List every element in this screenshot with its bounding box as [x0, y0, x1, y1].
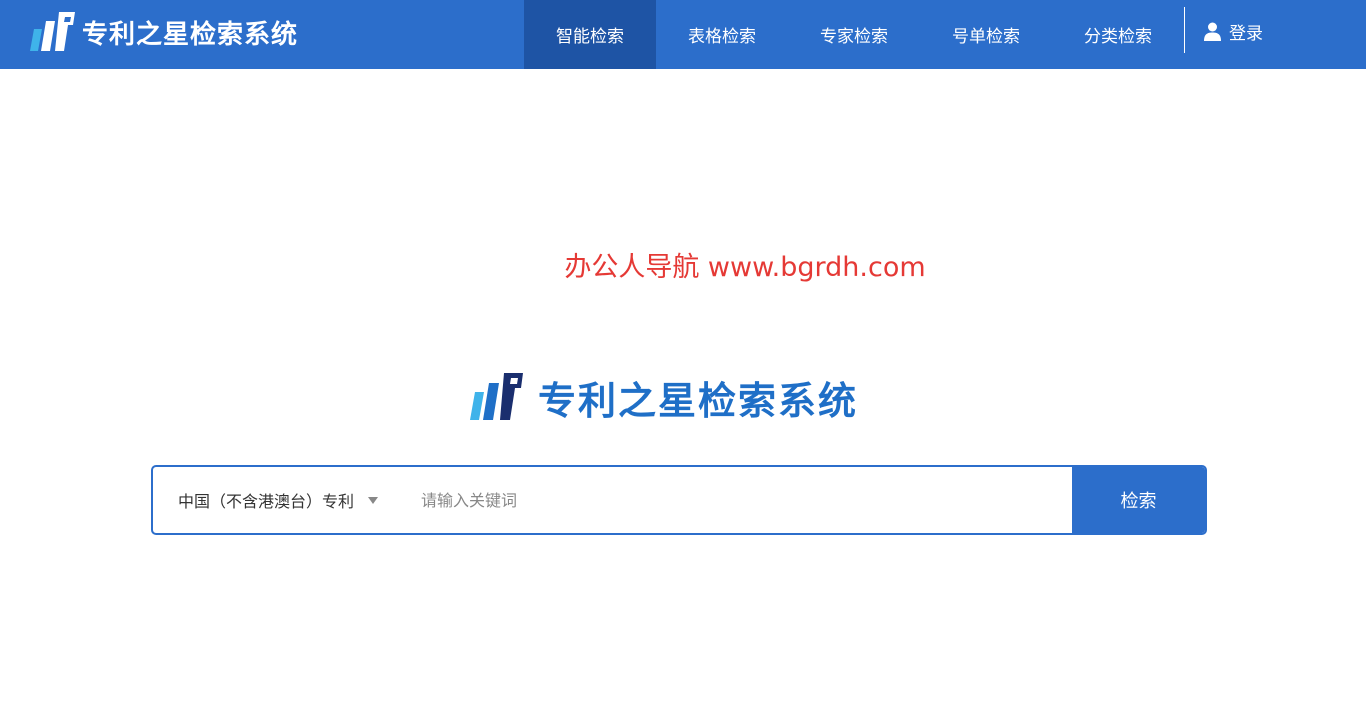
login-button[interactable]: 登录 [1204, 0, 1263, 62]
nav-tab-expert-search[interactable]: 专家检索 [788, 0, 920, 69]
patent-star-logo-icon [470, 373, 523, 420]
caret-down-icon [368, 496, 379, 504]
main-nav: 智能检索 表格检索 专家检索 号单检索 分类检索 [524, 0, 1184, 69]
center-brand-name: 专利之星检索系统 [538, 378, 859, 423]
nav-tab-number-list-search[interactable]: 号单检索 [920, 0, 1052, 69]
center-brand: 专利之星检索系统 [468, 370, 858, 424]
nav-tab-table-search[interactable]: 表格检索 [656, 0, 788, 69]
nav-tab-classification-search[interactable]: 分类检索 [1052, 0, 1184, 69]
header-brand-name: 专利之星检索系统 [82, 19, 299, 50]
header-brand[interactable]: 专利之星检索系统 [28, 9, 298, 55]
watermark-text: 办公人导航 www.bgrdh.com [564, 252, 926, 283]
search-button[interactable]: 检索 [1072, 467, 1205, 533]
user-icon [1204, 22, 1221, 41]
login-label: 登录 [1229, 23, 1263, 44]
nav-divider [1184, 7, 1185, 53]
keyword-search-input[interactable] [407, 467, 1072, 533]
search-box: 中国（不含港澳台）专利 检索 [151, 465, 1207, 535]
search-scope-label: 中国（不含港澳台）专利 [178, 492, 355, 511]
patent-star-logo-icon [30, 12, 75, 51]
top-navbar: 专利之星检索系统 智能检索 表格检索 专家检索 号单检索 分类检索 登录 [0, 0, 1366, 69]
search-scope-dropdown[interactable]: 中国（不含港澳台）专利 [153, 467, 407, 533]
nav-tab-smart-search[interactable]: 智能检索 [524, 0, 656, 69]
